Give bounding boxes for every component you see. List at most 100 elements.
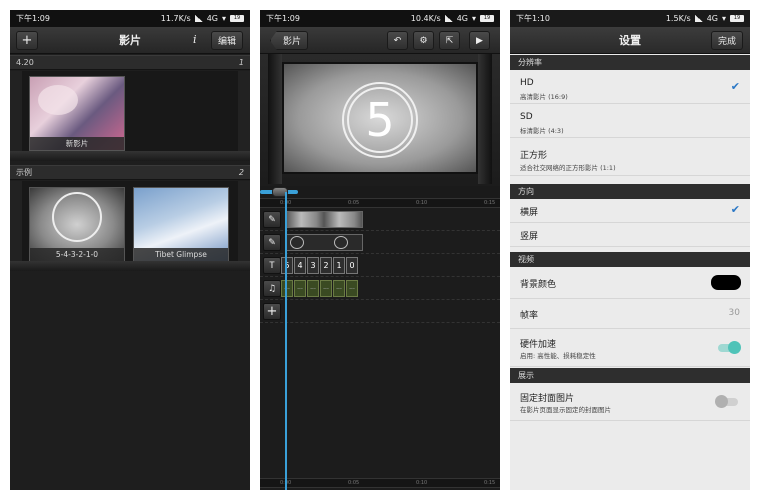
option-sub: 高清影片 (16:9): [520, 93, 568, 101]
text-track: T 5 4 3 2 1 0: [260, 254, 500, 277]
edit-button[interactable]: 编辑: [211, 31, 243, 50]
stage-wall-left: [268, 54, 282, 184]
movie-thumbnail[interactable]: 5-4-3-2-1-0: [29, 187, 125, 262]
settings-toolbar: 设置 完成: [510, 27, 750, 54]
ruler-tick: 0:10: [416, 200, 428, 206]
hw-accel-row[interactable]: 硬件加速 启用: 高性能、损耗稳定性: [510, 329, 750, 367]
text-clip[interactable]: 0: [346, 257, 358, 274]
transition-icon: [334, 236, 348, 249]
countdown-ring: [52, 192, 102, 242]
share-icon[interactable]: ⇱: [439, 31, 460, 50]
gear-icon[interactable]: ⚙: [413, 31, 434, 50]
zoom-slider[interactable]: [260, 186, 500, 198]
editor-toolbar: 影片 ↶ ⚙ ⇱ ▶: [260, 27, 500, 54]
movies-toolbar: 影片 + i 编辑: [10, 27, 250, 54]
audio-clip[interactable]: ...: [333, 280, 345, 297]
add-movie-button[interactable]: +: [16, 31, 38, 50]
battery-icon: 19: [480, 15, 494, 22]
network-type: 4G: [706, 14, 718, 23]
resolution-option-sd[interactable]: SD 标清影片 (4:3): [510, 104, 750, 138]
option-sub: 标清影片 (4:3): [520, 127, 564, 135]
shelf-lip: [10, 261, 250, 271]
resolution-option-hd[interactable]: HD 高清影片 (16:9) ✔: [510, 70, 750, 104]
movie-thumbnail[interactable]: 新影片: [29, 76, 125, 151]
timeline-ruler: 0:00 0:05 0:10 0:15: [260, 198, 500, 208]
signal-icon: [194, 15, 203, 22]
section-count: 1: [238, 58, 244, 67]
option-sub: 在影片页面显示固定的封面图片: [520, 406, 611, 414]
fixed-cover-toggle[interactable]: [715, 395, 738, 408]
fps-row[interactable]: 帧率 30: [510, 299, 750, 329]
color-swatch[interactable]: [711, 275, 741, 290]
undo-icon[interactable]: ↶: [387, 31, 408, 50]
ruler-tick: 0:05: [348, 480, 360, 486]
status-bar: 下午1:09 11.7K/s 4G ▾ 19: [10, 10, 250, 27]
transition-track-icon[interactable]: ✎: [263, 234, 281, 251]
section-header-video: 视频: [510, 252, 750, 267]
countdown-ring: 5: [342, 82, 418, 158]
shelf: 5-4-3-2-1-0 Tibet Glimpse: [10, 181, 250, 271]
network-type: 4G: [456, 14, 468, 23]
section-header-display: 展示: [510, 368, 750, 383]
option-label: SD: [520, 112, 533, 122]
fixed-cover-row[interactable]: 固定封面图片 在影片页面显示固定的封面图片: [510, 383, 750, 421]
text-clip[interactable]: 5: [281, 257, 293, 274]
text-clip[interactable]: 4: [294, 257, 306, 274]
countdown-number: 5: [347, 87, 413, 153]
ruler-tick: 0:10: [416, 480, 428, 486]
audio-track: ♫ ... ... ... ... ... ...: [260, 277, 500, 300]
checkmark-icon: ✔: [730, 80, 740, 93]
signal-icon: [694, 15, 703, 22]
stage-wall-right: [478, 54, 492, 184]
section-header: 示例 2: [10, 165, 250, 180]
section-name: 示例: [16, 168, 32, 177]
music-note-icon[interactable]: ♫: [263, 280, 281, 297]
toggle-knob: [715, 395, 728, 408]
thumbnail-image: [38, 85, 78, 115]
option-label: HD: [520, 78, 534, 88]
text-clip[interactable]: 2: [320, 257, 332, 274]
transition-clip[interactable]: [285, 234, 363, 251]
section-count: 2: [238, 168, 244, 177]
preview-stage: 5: [260, 54, 500, 184]
section-name: 4.20: [16, 58, 34, 67]
play-icon[interactable]: ▶: [469, 31, 490, 50]
video-track: ✎: [260, 208, 500, 231]
audio-clip[interactable]: ...: [320, 280, 332, 297]
bg-color-row[interactable]: 背景颜色: [510, 267, 750, 299]
orientation-option-landscape[interactable]: 横屏 ✔: [510, 199, 750, 223]
video-clip[interactable]: [285, 211, 363, 228]
toggle-knob: [728, 341, 741, 354]
preview-screen[interactable]: 5: [282, 62, 478, 174]
text-clip[interactable]: 3: [307, 257, 319, 274]
status-time: 下午1:09: [16, 14, 50, 23]
playhead[interactable]: [285, 192, 287, 490]
movie-title: 5-4-3-2-1-0: [30, 248, 124, 261]
back-button[interactable]: 影片: [270, 31, 308, 50]
video-track-icon[interactable]: ✎: [263, 211, 281, 228]
done-button[interactable]: 完成: [711, 31, 743, 50]
shelf-lip: [10, 151, 250, 161]
movie-thumbnail[interactable]: Tibet Glimpse: [133, 187, 229, 262]
settings-screen: 下午1:10 1.5K/s 4G ▾ 19 设置 完成 分辨率 HD 高清影片 …: [510, 10, 750, 490]
net-speed: 11.7K/s: [160, 14, 191, 23]
section-header-resolution: 分辨率: [510, 55, 750, 70]
audio-clip[interactable]: ...: [281, 280, 293, 297]
info-icon[interactable]: i: [193, 33, 197, 46]
audio-clip[interactable]: ...: [346, 280, 358, 297]
option-label: 竖屏: [520, 232, 539, 242]
audio-clip[interactable]: ...: [294, 280, 306, 297]
option-label: 背景颜色: [520, 280, 557, 290]
timeline-ruler-bottom: 0:00 0:05 0:10 0:15: [260, 478, 500, 488]
text-track-icon[interactable]: T: [263, 257, 281, 274]
wifi-icon: ▾: [221, 14, 226, 23]
orientation-option-portrait[interactable]: 竖屏: [510, 223, 750, 247]
option-label: 横屏: [520, 208, 539, 218]
text-clip[interactable]: 1: [333, 257, 345, 274]
net-speed: 10.4K/s: [410, 14, 441, 23]
add-track-button[interactable]: +: [263, 303, 281, 320]
resolution-option-square[interactable]: 正方形 适合社交网络的正方形影片 (1:1): [510, 138, 750, 176]
ruler-tick: 0:05: [348, 200, 360, 206]
audio-clip[interactable]: ...: [307, 280, 319, 297]
hw-accel-toggle[interactable]: [718, 341, 741, 354]
